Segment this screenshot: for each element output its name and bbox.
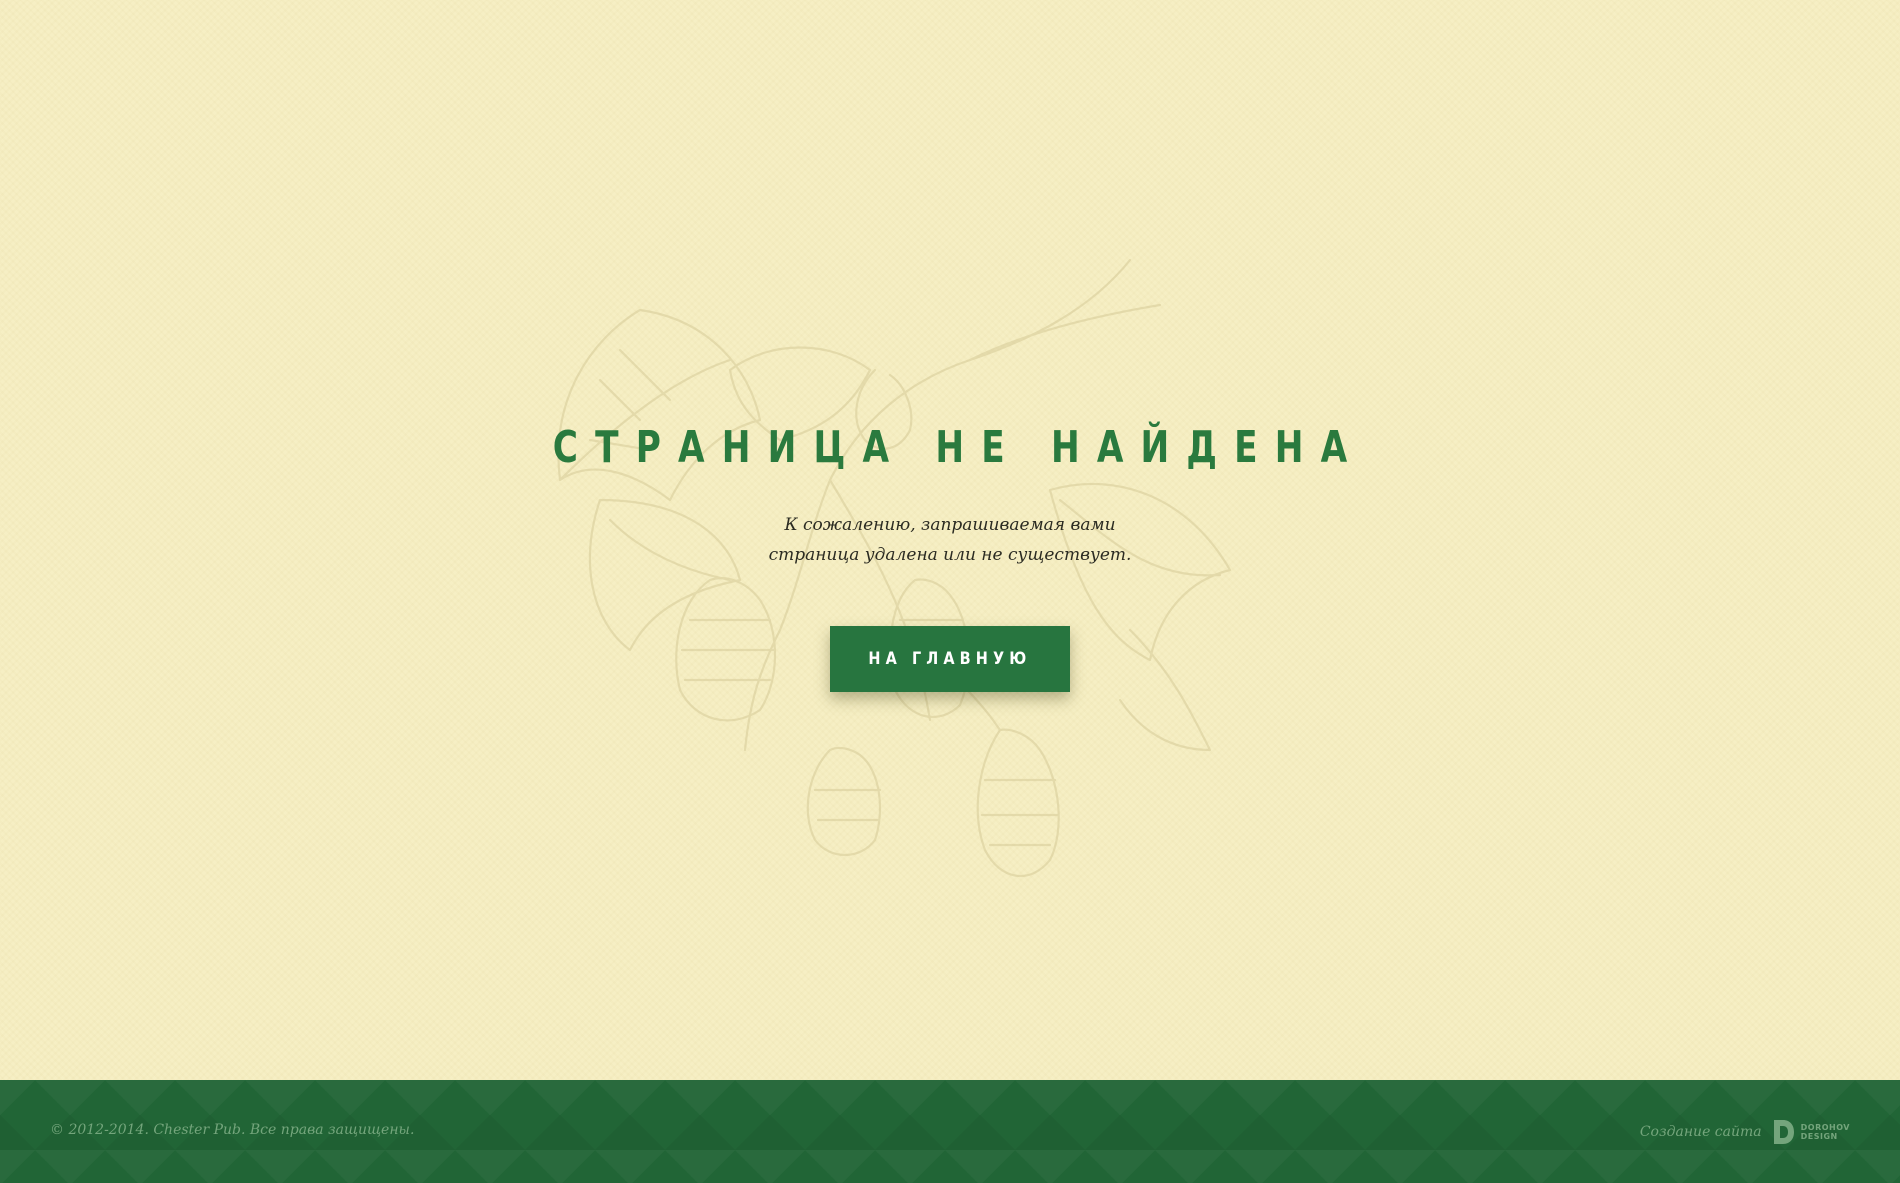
- credit-text: Создание сайта: [1639, 1124, 1762, 1140]
- home-button[interactable]: НА ГЛАВНУЮ: [830, 626, 1070, 692]
- footer: © 2012-2014. Chester Pub. Все права защи…: [0, 1080, 1900, 1183]
- error-message: К сожалению, запрашиваемая вами страница…: [740, 510, 1160, 570]
- studio-credit: Создание сайта DOROHOV DESIGN: [1640, 1118, 1850, 1146]
- error-message-line: К сожалению, запрашиваемая вами: [784, 515, 1116, 535]
- studio-logo-line: DOROHOV: [1800, 1123, 1850, 1132]
- studio-logo-name: DOROHOV DESIGN: [1801, 1123, 1850, 1141]
- error-message-line: страница удалена или не существует.: [768, 545, 1132, 565]
- page-title: СТРАНИЦА НЕ НАЙДЕНА: [552, 422, 1365, 473]
- studio-logo-line: DESIGN: [1800, 1132, 1838, 1141]
- copyright-text: © 2012-2014. Chester Pub. Все права защи…: [50, 1122, 415, 1138]
- error-content: СТРАНИЦА НЕ НАЙДЕНА К сожалению, запраши…: [0, 418, 1900, 692]
- dorohov-design-logo-icon: [1773, 1120, 1794, 1144]
- studio-logo-link[interactable]: DOROHOV DESIGN: [1772, 1118, 1850, 1146]
- home-button-label: НА ГЛАВНУЮ: [868, 649, 1032, 669]
